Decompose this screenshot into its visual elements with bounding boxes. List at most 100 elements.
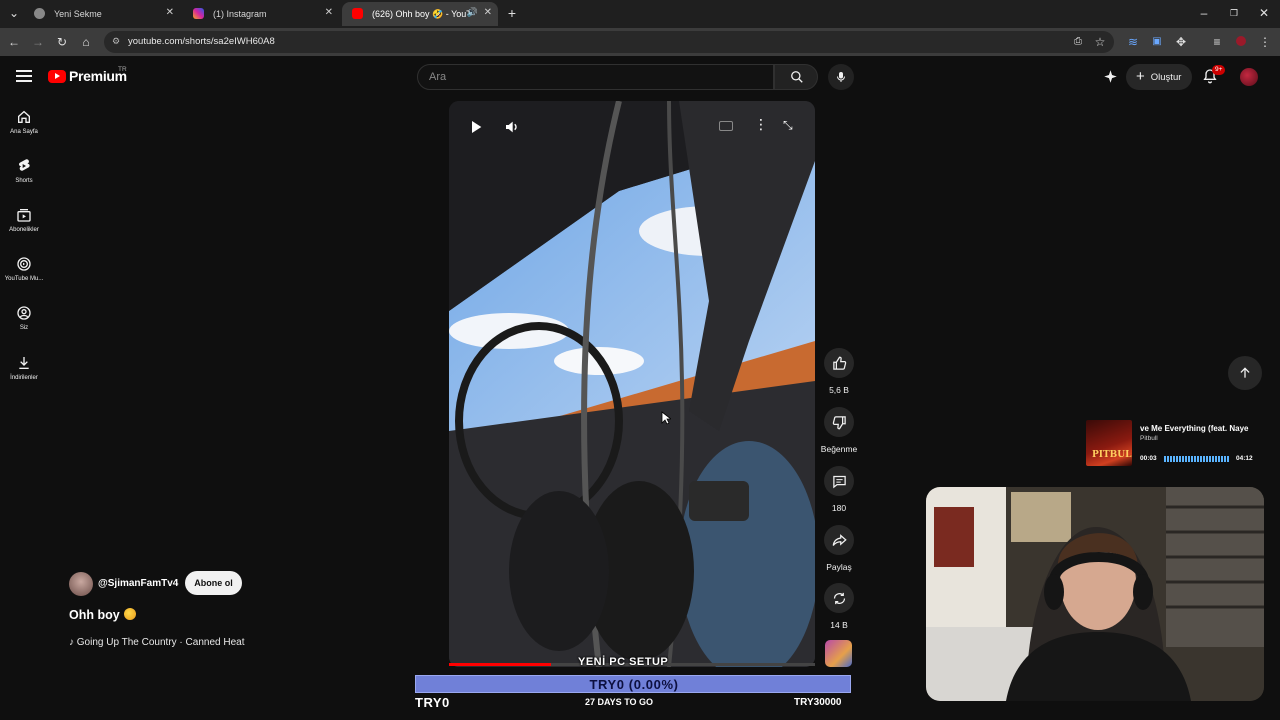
sidebar-item-youtube-music[interactable]: YouTube Mu... <box>0 256 48 282</box>
close-tab-icon[interactable]: ✕ <box>484 7 492 18</box>
share-icon <box>832 533 847 546</box>
youtube-play-logo-icon <box>48 69 66 83</box>
shorts-video-player[interactable]: ⋮ ⤡ <box>449 101 815 667</box>
search-input[interactable] <box>429 71 749 83</box>
donation-goal-target: TRY30000 <box>794 697 842 708</box>
close-tab-icon[interactable]: ✕ <box>166 7 174 18</box>
song-artist: Pitbull <box>1140 435 1158 442</box>
more-options-icon[interactable]: ⋮ <box>754 116 768 133</box>
like-count: 5,6 B <box>829 385 849 395</box>
minimize-icon[interactable]: – <box>1196 5 1212 21</box>
captions-icon[interactable] <box>719 121 733 131</box>
youtube-logo[interactable]: Premium TR <box>48 66 127 84</box>
shorts-icon <box>19 159 30 171</box>
browser-menu-icon[interactable]: ⋮ <box>1257 34 1273 50</box>
donation-goal-percent: TRY0 (0.00%) <box>589 677 679 692</box>
reload-icon[interactable]: ↻ <box>54 34 70 50</box>
remix-button[interactable]: 14 B <box>817 583 861 630</box>
volume-icon[interactable] <box>504 119 520 135</box>
search-button[interactable] <box>774 64 818 90</box>
like-button[interactable]: 5,6 B <box>817 348 861 395</box>
tab-label: (1) Instagram <box>213 9 267 19</box>
browser-tab-bar: ⌄ Yeni Sekme ✕ (1) Instagram ✕ (626) Ohh… <box>0 0 1280 28</box>
webcam-overlay <box>926 487 1264 701</box>
album-art: PITBULL <box>1086 420 1132 466</box>
youtube-header: Premium TR + Oluştur 9+ <box>0 56 1280 98</box>
back-icon[interactable]: ← <box>6 34 22 50</box>
music-label: Going Up The Country · Canned Heat <box>76 637 245 648</box>
fullscreen-icon[interactable]: ⤡ <box>783 118 793 133</box>
notification-badge: 9+ <box>1212 65 1226 75</box>
tab-instagram[interactable]: (1) Instagram ✕ <box>183 2 339 26</box>
video-frame <box>449 101 815 667</box>
audio-playing-icon[interactable]: 🔊 <box>467 7 478 18</box>
profile-icon[interactable] <box>1233 34 1249 50</box>
site-info-icon[interactable]: ⚙ <box>112 36 123 47</box>
album-art-text: PITBULL <box>1092 450 1132 460</box>
media-control-icon[interactable]: ≡ <box>1209 34 1225 50</box>
song-waveform <box>1164 456 1230 462</box>
extensions-icon[interactable]: ✥ <box>1173 34 1189 50</box>
channel-avatar[interactable] <box>69 572 93 596</box>
microphone-icon <box>837 72 845 82</box>
sidebar-item-you[interactable]: Siz <box>0 305 48 331</box>
share-button[interactable]: Paylaş <box>817 525 861 572</box>
channel-name[interactable]: @SjimanFamTv4 <box>98 578 178 589</box>
play-icon[interactable] <box>468 119 484 135</box>
song-title: ve Me Everything (feat. Naye <box>1140 424 1249 433</box>
previous-video-button[interactable] <box>1228 356 1262 390</box>
subscribe-button[interactable]: Abone ol <box>185 571 242 595</box>
home-browser-icon[interactable]: ⌂ <box>78 34 94 50</box>
translate-icon[interactable]: ▣ <box>1149 34 1165 50</box>
subscriptions-icon <box>17 209 31 222</box>
address-bar-row: ← → ↻ ⌂ ⚙ youtube.com/shorts/sa2eIWH60A8… <box>0 28 1280 56</box>
create-button[interactable]: + Oluştur <box>1126 64 1192 90</box>
youtube-music-icon <box>17 257 31 271</box>
now-playing-widget: PITBULL ve Me Everything (feat. Naye Pit… <box>1084 418 1260 470</box>
donation-goal-current: TRY0 <box>415 695 450 710</box>
extension-a-icon[interactable]: ≋ <box>1125 34 1141 50</box>
sidebar-item-home[interactable]: Ana Sayfa <box>0 109 48 135</box>
donation-goal-days-left: 27 DAYS TO GO <box>585 697 654 707</box>
sound-thumbnail[interactable] <box>825 640 852 667</box>
comments-button[interactable]: 180 <box>817 466 861 513</box>
forward-icon[interactable]: → <box>30 34 46 50</box>
search-box[interactable] <box>417 64 774 90</box>
window-close-icon[interactable]: ✕ <box>1256 5 1272 21</box>
donation-goal-bar: TRY0 (0.00%) <box>415 675 851 693</box>
music-link[interactable]: ♪ Going Up The Country · Canned Heat <box>69 637 244 648</box>
sidebar-item-downloads[interactable]: İndirilenler <box>0 355 48 381</box>
bookmark-star-icon[interactable]: ☆ <box>1092 34 1108 50</box>
dislike-button[interactable]: Beğenme <box>817 407 861 454</box>
tab-youtube[interactable]: (626) Ohh boy 🤣 - YouTub 🔊 ✕ <box>342 2 498 26</box>
laughing-emoji-icon <box>123 608 136 620</box>
restore-icon[interactable]: ❐ <box>1226 5 1242 21</box>
tab-new-tab[interactable]: Yeni Sekme ✕ <box>24 2 180 26</box>
music-note-icon: ♪ <box>69 637 77 648</box>
hamburger-menu-icon[interactable] <box>16 70 32 82</box>
create-label: Oluştur <box>1150 71 1182 83</box>
voice-search-button[interactable] <box>828 64 854 90</box>
home-icon <box>18 110 30 123</box>
tab-label: Yeni Sekme <box>54 9 102 19</box>
arrow-up-icon <box>1240 367 1250 378</box>
sidebar-item-shorts[interactable]: Shorts <box>0 158 48 184</box>
mouse-cursor-icon <box>661 411 671 425</box>
sidebar-item-subscriptions[interactable]: Abonelikler <box>0 207 48 233</box>
ai-assistant-icon[interactable] <box>1103 69 1118 84</box>
video-title: Ohh boy <box>69 608 136 622</box>
account-avatar[interactable] <box>1240 68 1258 86</box>
video-title-text: Ohh boy <box>69 608 120 622</box>
new-tab-button[interactable]: + <box>504 5 520 21</box>
goal-title: YENİ PC SETUP <box>578 656 669 668</box>
tab-label: (626) Ohh boy 🤣 - YouTub <box>372 8 472 19</box>
tab-search-icon[interactable]: ⌄ <box>6 5 22 21</box>
remix-icon <box>833 592 845 604</box>
thumbs-down-icon <box>832 415 846 429</box>
install-icon[interactable]: ⎙ <box>1070 34 1086 50</box>
close-tab-icon[interactable]: ✕ <box>325 7 333 18</box>
dislike-label: Beğenme <box>820 444 858 454</box>
url-field[interactable]: ⚙ youtube.com/shorts/sa2eIWH60A8 <box>104 31 1114 53</box>
comment-icon <box>832 475 846 488</box>
thumbs-up-icon <box>832 356 846 370</box>
